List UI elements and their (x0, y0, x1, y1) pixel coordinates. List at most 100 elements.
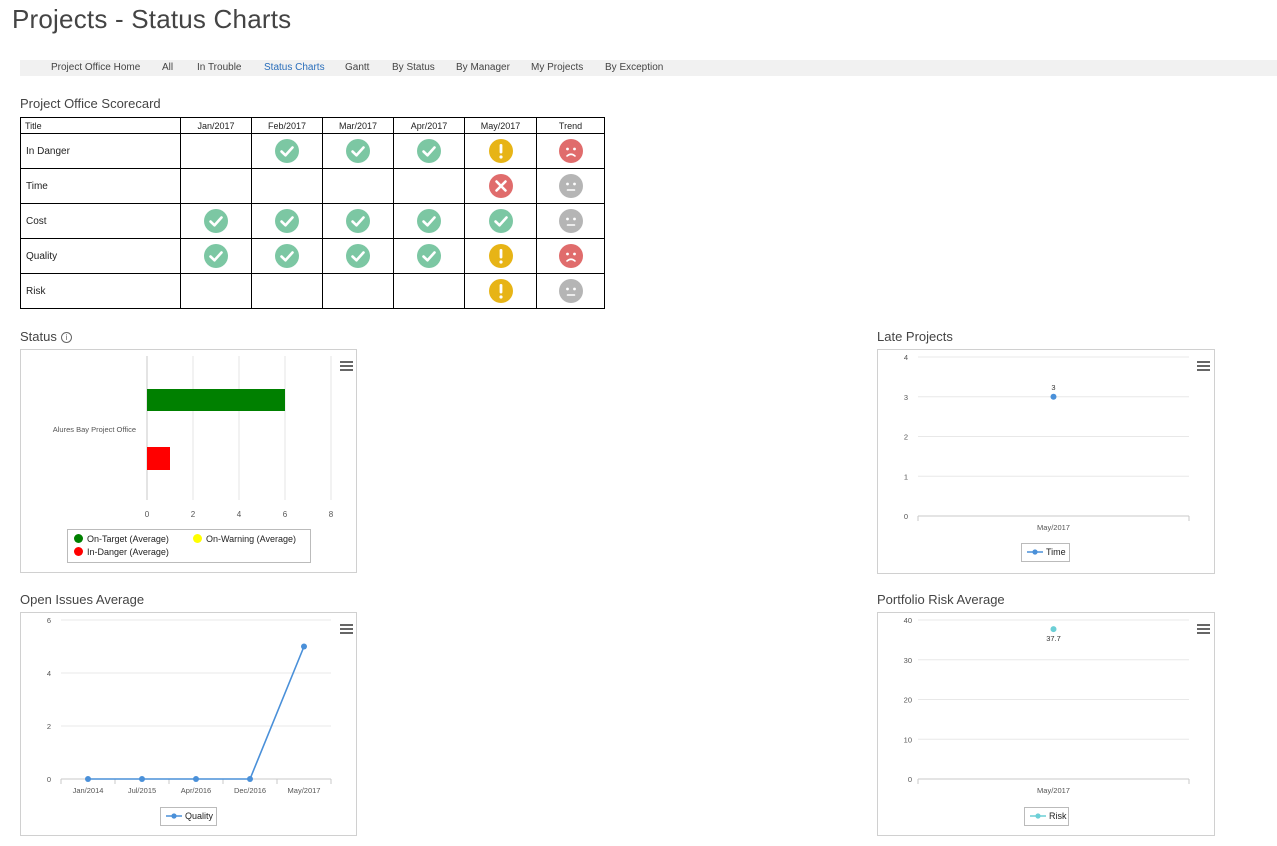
neutral-face-icon (558, 209, 583, 233)
scorecard-cell (393, 273, 465, 309)
legend-item[interactable]: On-Target (Average) (74, 534, 169, 544)
scorecard-title: Project Office Scorecard (20, 96, 161, 111)
scorecard-row: Quality (20, 238, 605, 274)
y-tick-label: 2 (47, 722, 51, 731)
column-header: Mar/2017 (322, 117, 394, 134)
scorecard-cell (536, 133, 605, 169)
legend-label: On-Warning (Average) (206, 534, 297, 544)
y-tick-label: 0 (47, 775, 51, 784)
data-point (247, 776, 253, 782)
row-label: Time (20, 168, 181, 204)
data-label: 3 (1051, 383, 1055, 392)
nav-my-projects[interactable]: My Projects (531, 62, 583, 73)
check-icon (488, 209, 513, 233)
legend-label: Time (1046, 547, 1066, 557)
y-tick-label: 20 (904, 696, 912, 705)
scorecard-cell (464, 168, 537, 204)
legend-swatch (74, 547, 83, 556)
scorecard-cell (464, 133, 537, 169)
scorecard-cell (322, 273, 394, 309)
scorecard-cell (393, 238, 465, 274)
warning-icon (488, 279, 513, 303)
open-issues-chart: 0 2 4 6 Jan/2014 Jul/2015 Apr/2016 Dec/2016 May/… (20, 612, 357, 836)
portfolio-risk-chart-title: Portfolio Risk Average (877, 592, 1005, 607)
nav-gantt[interactable]: Gantt (345, 62, 369, 73)
scorecard-cell (322, 238, 394, 274)
scorecard-cell (322, 168, 394, 204)
scorecard-cell (180, 133, 252, 169)
data-label: 37.7 (1046, 634, 1061, 643)
late-projects-chart-title: Late Projects (877, 329, 953, 344)
x-tick-label: 4 (237, 510, 242, 519)
scorecard-cell (251, 273, 323, 309)
data-point (85, 776, 91, 782)
top-navigation: Project Office Home All In Trouble Statu… (20, 60, 1277, 76)
scorecard-cell (322, 133, 394, 169)
chart-legend: Quality (160, 807, 217, 826)
status-chart: 0 2 4 6 8 Alures Bay Project Office On-Target … (20, 349, 357, 573)
status-chart-title: Status i (20, 329, 72, 344)
nav-by-exception[interactable]: By Exception (605, 62, 663, 73)
bar-on-target-average (147, 389, 285, 411)
x-tick-label: May/2017 (1037, 523, 1070, 532)
scorecard-row: Cost (20, 203, 605, 239)
y-tick-label: 4 (904, 353, 908, 362)
legend-item[interactable]: Quality (166, 811, 213, 821)
scorecard-row: Time (20, 168, 605, 204)
portfolio-risk-chart: 0 10 20 30 40 May/2017 37.7 Risk (877, 612, 1215, 836)
issues-chart-svg: 0 2 4 6 Jan/2014 Jul/2015 Apr/2016 Dec/2016 May/… (47, 616, 332, 795)
x-tick-label: Jul/2015 (128, 786, 156, 795)
bar-in-danger-average (147, 447, 170, 470)
nav-project-office-home[interactable]: Project Office Home (51, 62, 140, 73)
column-header: Jan/2017 (180, 117, 252, 134)
open-issues-chart-title: Open Issues Average (20, 592, 145, 607)
row-label: Quality (20, 238, 181, 274)
nav-status-charts[interactable]: Status Charts (264, 62, 325, 73)
series-line (88, 646, 305, 780)
x-tick-label: 0 (145, 510, 150, 519)
scorecard-cell (251, 238, 323, 274)
y-tick-label: 10 (904, 735, 912, 744)
check-icon (275, 244, 299, 268)
check-icon (417, 139, 441, 163)
scorecard-cell (464, 273, 537, 309)
legend-item[interactable]: Risk (1030, 811, 1067, 821)
check-icon (417, 244, 441, 268)
nav-by-status[interactable]: By Status (392, 62, 435, 73)
status-chart-title-text: Status (20, 329, 57, 344)
nav-by-manager[interactable]: By Manager (456, 62, 510, 73)
check-icon (204, 209, 228, 233)
x-tick-label: May/2017 (1037, 786, 1070, 795)
info-icon[interactable]: i (60, 332, 72, 343)
scorecard-cell (536, 203, 605, 239)
column-header: Trend (536, 117, 605, 134)
warning-icon (488, 244, 513, 268)
legend-swatch (193, 534, 202, 543)
x-tick-label: Apr/2016 (181, 786, 211, 795)
x-tick-label: 2 (191, 510, 196, 519)
column-header: Title (20, 117, 181, 134)
check-icon (275, 209, 299, 233)
nav-all[interactable]: All (162, 62, 173, 73)
x-tick-label: Dec/2016 (234, 786, 266, 795)
scorecard-cell (251, 203, 323, 239)
y-tick-label: 0 (904, 512, 908, 521)
legend-swatch (74, 534, 83, 543)
scorecard-row: In Danger (20, 133, 605, 169)
nav-in-trouble[interactable]: In Trouble (197, 62, 241, 73)
y-tick-label: 3 (904, 393, 908, 402)
legend-item[interactable]: On-Warning (Average) (193, 534, 296, 544)
legend-swatch (166, 813, 182, 819)
scorecard-cell (536, 238, 605, 274)
legend-item[interactable]: Time (1027, 547, 1066, 557)
legend-label: Risk (1049, 811, 1067, 821)
scorecard-cell (180, 203, 252, 239)
neutral-face-icon (558, 279, 583, 303)
y-category-label: Alures Bay Project Office (53, 425, 136, 434)
data-point (1050, 393, 1057, 400)
scorecard-cell (464, 203, 537, 239)
late-projects-chart: 0 1 2 3 4 May/2017 3 Time (877, 349, 1215, 574)
legend-item[interactable]: In-Danger (Average) (74, 547, 169, 557)
y-tick-label: 0 (908, 775, 912, 784)
y-tick-label: 6 (47, 616, 51, 625)
